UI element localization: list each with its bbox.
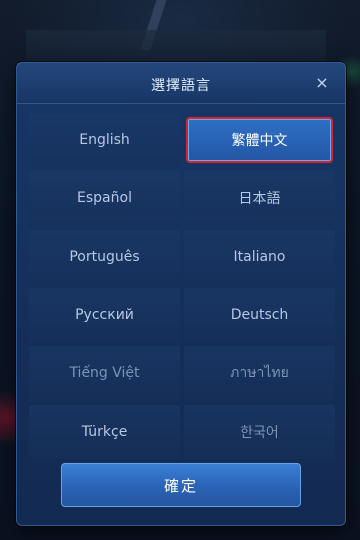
dialog-title: 選擇語言 — [151, 78, 211, 94]
dialog-header: 選擇語言 × — [17, 63, 345, 104]
language-option-russian[interactable]: Русский — [29, 287, 180, 343]
language-grid: English 繁體中文 Español 日本語 Português Itali… — [29, 113, 335, 459]
language-option-german[interactable]: Deutsch — [184, 287, 335, 343]
language-option-thai[interactable]: ภาษาไทย — [184, 346, 335, 401]
language-option-traditional-chinese[interactable]: 繁體中文 — [188, 119, 331, 162]
language-option-vietnamese[interactable]: Tiếng Việt — [29, 346, 180, 401]
language-dialog: 選擇語言 × English 繁體中文 Español 日本語 Portuguê… — [16, 62, 346, 526]
language-option-korean[interactable]: 한국어 — [184, 404, 335, 459]
language-option-turkish[interactable]: Türkçe — [29, 404, 180, 459]
language-option-english[interactable]: English — [29, 113, 180, 168]
language-option-portuguese[interactable]: Português — [29, 229, 180, 284]
language-option-spanish[interactable]: Español — [29, 171, 180, 226]
language-option-japanese[interactable]: 日本語 — [184, 171, 335, 226]
close-icon[interactable]: × — [311, 72, 333, 94]
confirm-button[interactable]: 確定 — [61, 463, 301, 507]
language-option-italian[interactable]: Italiano — [184, 229, 335, 284]
